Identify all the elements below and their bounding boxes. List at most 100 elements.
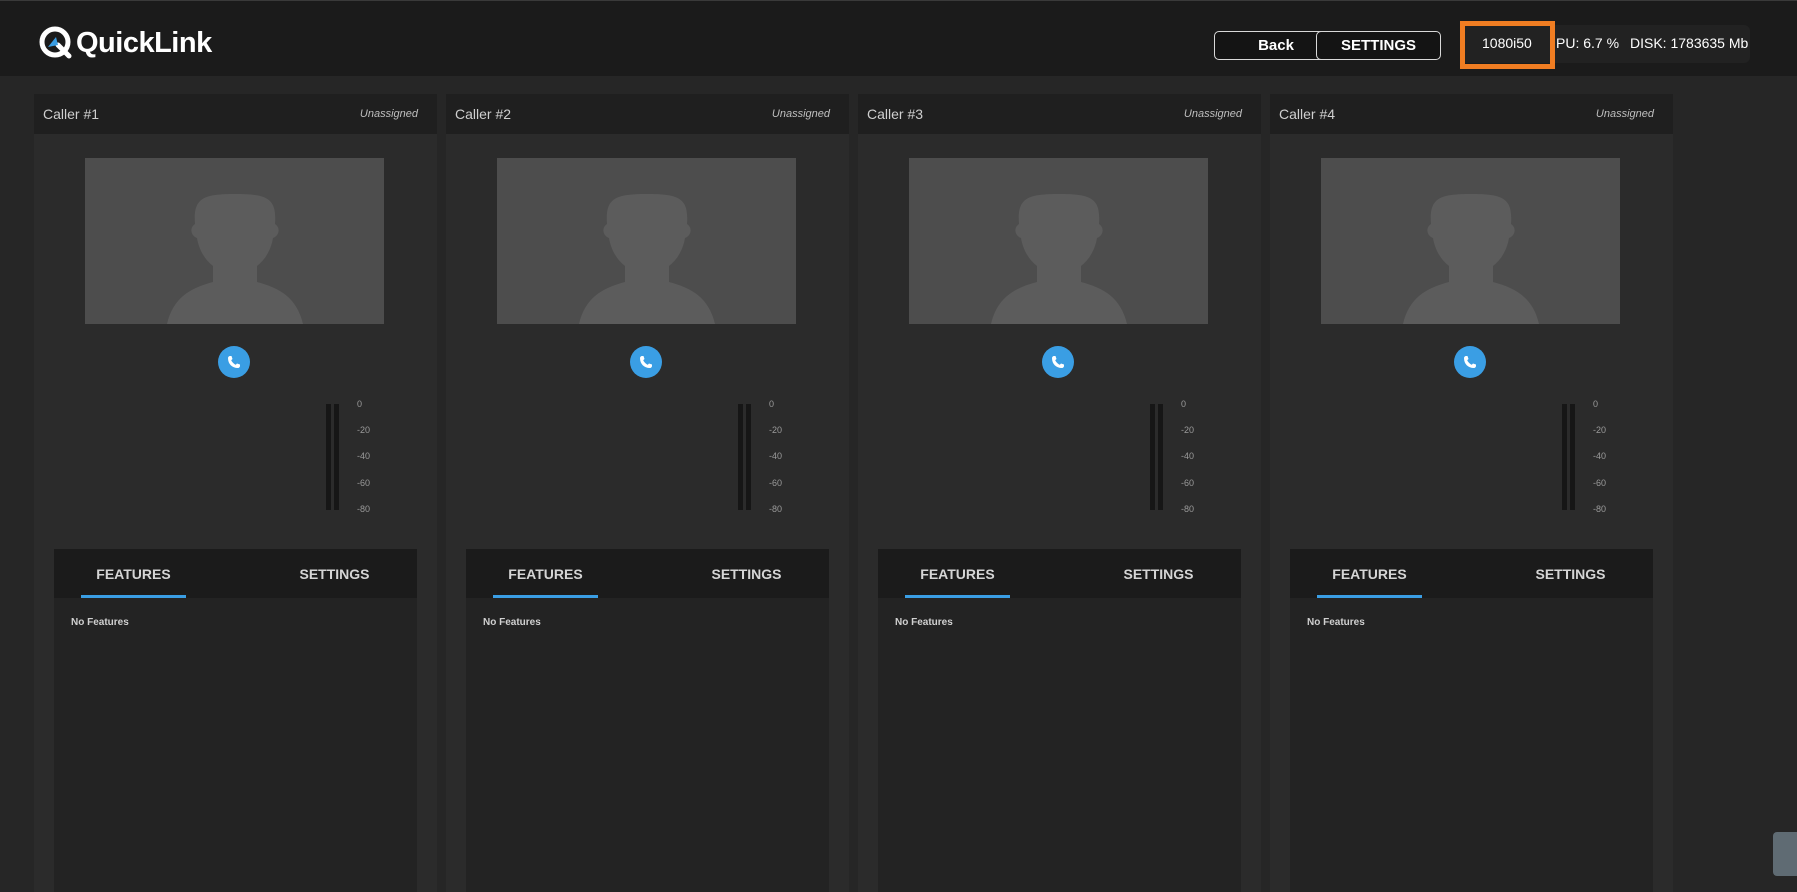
person-silhouette-icon: [167, 194, 303, 324]
meter-scale-label: -80: [769, 504, 783, 514]
quicklink-logo: QuickLink: [38, 25, 212, 61]
video-preview: [1321, 158, 1620, 324]
tab-features[interactable]: FEATURES: [1317, 549, 1422, 598]
meter-scale-label: 0: [1593, 399, 1599, 409]
caller-status: Unassigned: [771, 108, 830, 120]
meter-scale-label: -40: [769, 451, 783, 461]
active-tab-indicator: [1317, 595, 1422, 598]
tab-settings-label: SETTINGS: [299, 565, 370, 582]
tab-bar: FEATURES SETTINGS: [466, 549, 829, 598]
meter-scale-label: -80: [1593, 504, 1607, 514]
call-button[interactable]: [1042, 346, 1074, 378]
meter-scale-label: -80: [1181, 504, 1195, 514]
audio-meter-left: [738, 404, 743, 510]
tab-features[interactable]: FEATURES: [493, 549, 598, 598]
phone-icon: [640, 356, 652, 368]
meter-scale-label: 0: [769, 399, 775, 409]
phone-icon: [1052, 356, 1064, 368]
person-silhouette-icon: [1403, 194, 1539, 324]
meter-scale-label: -60: [357, 478, 371, 488]
no-features-text: No Features: [1307, 617, 1365, 628]
tab-settings[interactable]: SETTINGS: [694, 549, 799, 598]
meter-scale-label: 0: [1181, 399, 1187, 409]
phone-icon: [1464, 356, 1476, 368]
caller-status: Unassigned: [1183, 108, 1242, 120]
caller-panel: Caller #3 Unassigned 0 -20 -40 -60 -80 FEATURES…: [858, 94, 1261, 892]
tab-features-label: FEATURES: [920, 565, 995, 582]
tab-settings-label: SETTINGS: [1123, 565, 1194, 582]
video-preview: [909, 158, 1208, 324]
tab-settings[interactable]: SETTINGS: [1518, 549, 1623, 598]
no-features-text: No Features: [895, 617, 953, 628]
call-button[interactable]: [630, 346, 662, 378]
caller-panel: Caller #1 Unassigned 0 -20 -40 -60 -80 FEATURES…: [34, 94, 437, 892]
meter-scale-label: -80: [357, 504, 371, 514]
audio-meter-left: [1562, 404, 1567, 510]
meter-scale-label: -60: [769, 478, 783, 488]
meter-scale-label: -20: [1593, 425, 1607, 435]
caller-title: Caller #1: [43, 106, 100, 122]
audio-meter-right: [746, 404, 751, 510]
tab-bar: FEATURES SETTINGS: [878, 549, 1241, 598]
meter-scale-label: -60: [1593, 478, 1607, 488]
meter-scale-label: -20: [1181, 425, 1195, 435]
tab-features[interactable]: FEATURES: [905, 549, 1010, 598]
video-preview: [497, 158, 796, 324]
person-silhouette-icon: [991, 194, 1127, 324]
caller-title: Caller #2: [455, 106, 512, 122]
meter-scale-label: -40: [357, 451, 371, 461]
phone-icon: [228, 356, 240, 368]
caller-title: Caller #3: [867, 106, 924, 122]
side-tool-handle[interactable]: [1773, 832, 1797, 876]
cpu-usage: PU: 6.7 %: [1556, 35, 1620, 51]
tab-features-label: FEATURES: [1332, 565, 1407, 582]
caller-panel: Caller #4 Unassigned 0 -20 -40 -60 -80 FEATURES…: [1270, 94, 1673, 892]
tab-bar: FEATURES SETTINGS: [1290, 549, 1653, 598]
meter-scale-label: 0: [357, 399, 363, 409]
top-bar: QuickLink Back SETTINGS PU: 6.7 % DISK: …: [0, 0, 1797, 76]
tab-settings-label: SETTINGS: [1535, 565, 1606, 582]
audio-meter-right: [1158, 404, 1163, 510]
meter-scale-label: -20: [357, 425, 371, 435]
tab-settings[interactable]: SETTINGS: [282, 549, 387, 598]
settings-button[interactable]: SETTINGS: [1316, 31, 1441, 60]
audio-meter-left: [326, 404, 331, 510]
audio-meter-right: [334, 404, 339, 510]
tab-settings[interactable]: SETTINGS: [1106, 549, 1211, 598]
call-button[interactable]: [1454, 346, 1486, 378]
tab-features-label: FEATURES: [96, 565, 171, 582]
resolution-display[interactable]: 1080i50: [1482, 35, 1532, 51]
tab-features-label: FEATURES: [508, 565, 583, 582]
call-button[interactable]: [218, 346, 250, 378]
logo-text: QuickLink: [76, 26, 212, 59]
tab-features[interactable]: FEATURES: [81, 549, 186, 598]
meter-scale-label: -40: [1593, 451, 1607, 461]
person-silhouette-icon: [579, 194, 715, 324]
tab-area: FEATURES SETTINGS No Features: [54, 549, 417, 892]
no-features-text: No Features: [71, 617, 129, 628]
tab-bar: FEATURES SETTINGS: [54, 549, 417, 598]
tab-area: FEATURES SETTINGS No Features: [466, 549, 829, 892]
audio-meter-right: [1570, 404, 1575, 510]
active-tab-indicator: [81, 595, 186, 598]
caller-status: Unassigned: [1595, 108, 1654, 120]
active-tab-indicator: [905, 595, 1010, 598]
caller-header: Caller #2 Unassigned: [446, 94, 849, 134]
disk-usage: DISK: 1783635 Mb: [1630, 35, 1749, 51]
audio-meter-left: [1150, 404, 1155, 510]
meter-scale-label: -20: [769, 425, 783, 435]
meter-scale-label: -40: [1181, 451, 1195, 461]
tab-area: FEATURES SETTINGS No Features: [878, 549, 1241, 892]
quicklink-logo-icon: [38, 25, 74, 61]
meter-scale-label: -60: [1181, 478, 1195, 488]
caller-panel: Caller #2 Unassigned 0 -20 -40 -60 -80 FEATURES…: [446, 94, 849, 892]
caller-title: Caller #4: [1279, 106, 1336, 122]
no-features-text: No Features: [483, 617, 541, 628]
video-preview: [85, 158, 384, 324]
caller-status: Unassigned: [359, 108, 418, 120]
caller-header: Caller #3 Unassigned: [858, 94, 1261, 134]
tab-settings-label: SETTINGS: [711, 565, 782, 582]
active-tab-indicator: [493, 595, 598, 598]
caller-header: Caller #1 Unassigned: [34, 94, 437, 134]
caller-header: Caller #4 Unassigned: [1270, 94, 1673, 134]
